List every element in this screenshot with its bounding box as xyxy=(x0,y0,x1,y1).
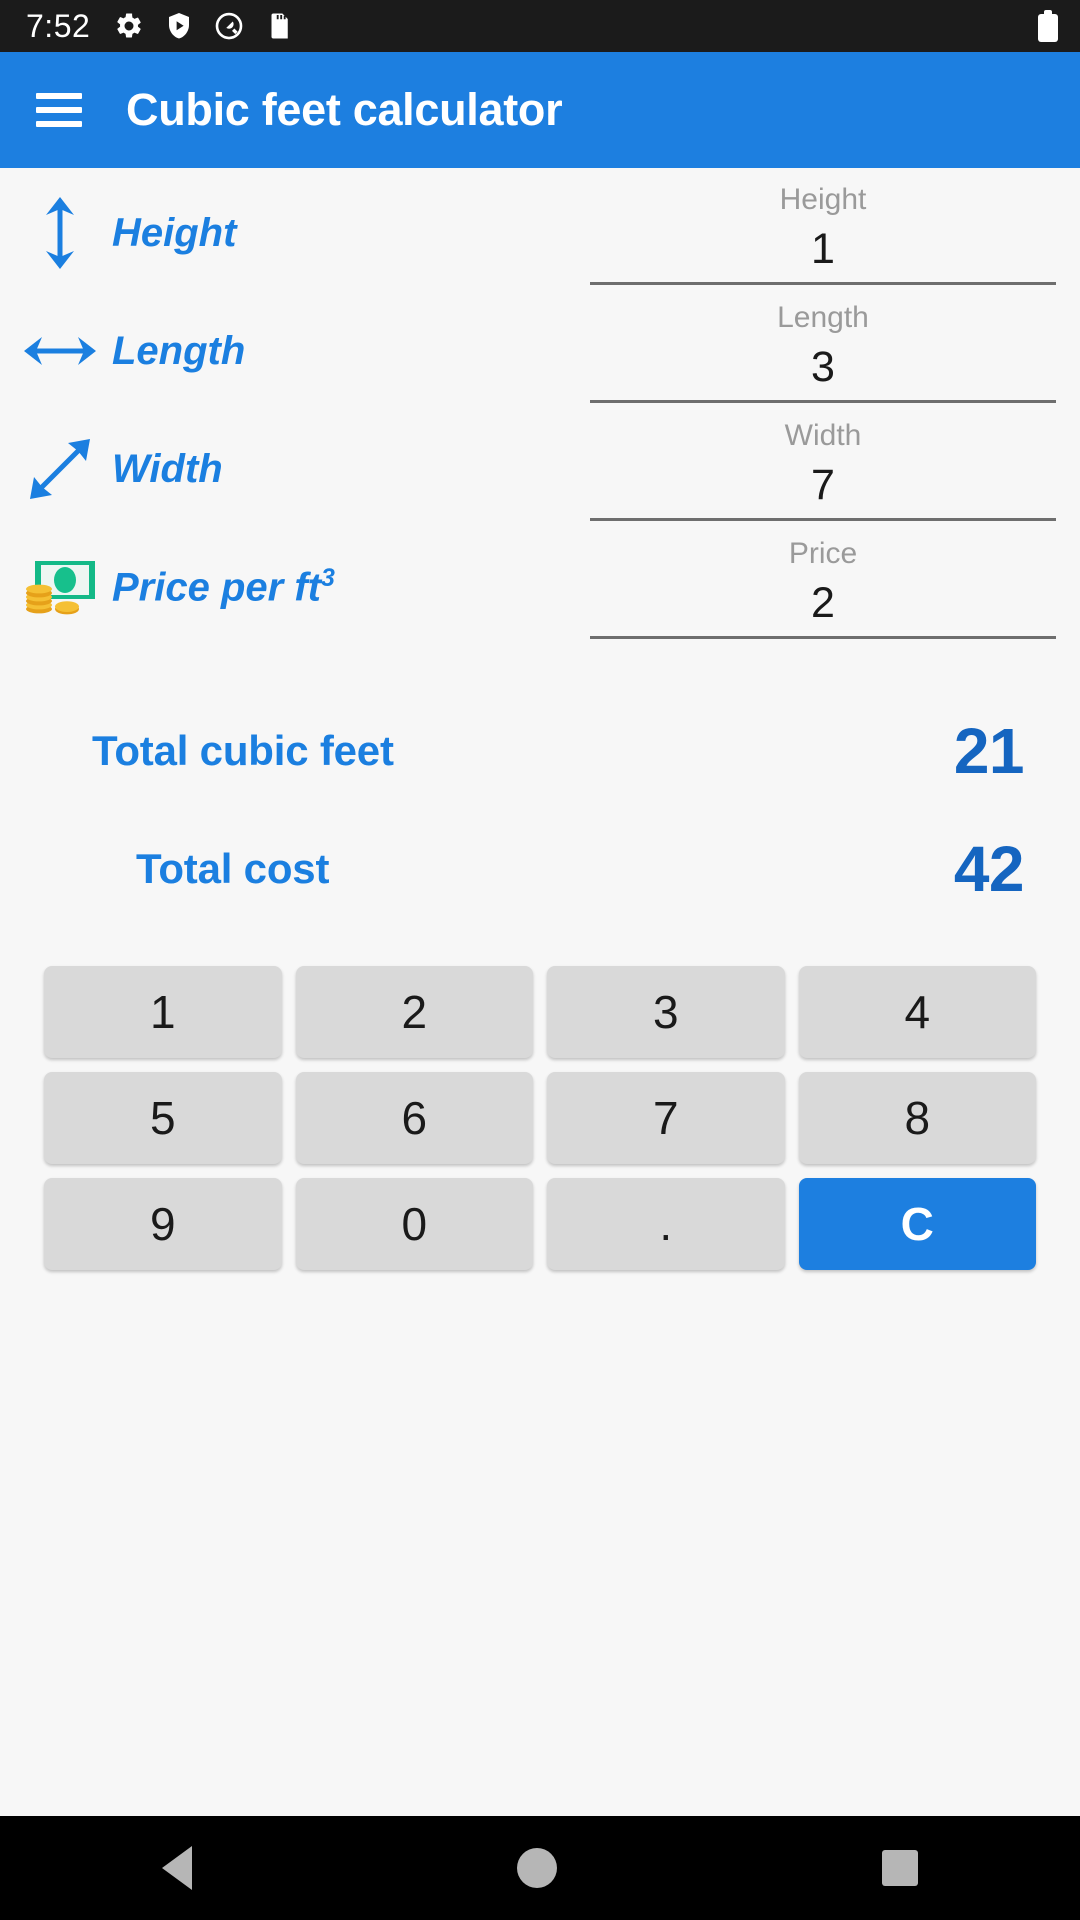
price-field[interactable]: Price 2 xyxy=(590,528,1056,639)
key-0[interactable]: 0 xyxy=(295,1178,533,1270)
input-row-width-right: Width 7 xyxy=(590,410,1080,521)
input-label-length: Length xyxy=(112,328,246,373)
status-bar-icon-group xyxy=(114,11,294,41)
keypad-row-1: 1 2 3 4 xyxy=(44,966,1036,1058)
key-7[interactable]: 7 xyxy=(547,1072,785,1164)
total-cubic-feet-row: Total cubic feet 21 xyxy=(0,692,1080,810)
input-row-length: Length Length 3 xyxy=(0,292,1080,410)
total-cost-label: Total cost xyxy=(136,845,330,892)
input-label-price-text: Price per ft xyxy=(112,565,321,610)
width-field[interactable]: Width 7 xyxy=(590,410,1056,521)
input-row-height-left: Height xyxy=(0,174,590,292)
total-cubic-feet-value: 21 xyxy=(953,715,1025,787)
length-field-underline xyxy=(590,400,1056,403)
height-field-value[interactable]: 1 xyxy=(590,220,1056,278)
back-triangle-icon[interactable] xyxy=(162,1846,193,1890)
height-field-label: Height xyxy=(779,183,867,216)
length-field-label: Length xyxy=(777,301,869,334)
key-1[interactable]: 1 xyxy=(44,966,282,1058)
input-row-width-left: Width xyxy=(0,410,590,528)
total-cost-value: 42 xyxy=(953,833,1025,905)
input-row-price-left: Price per ft3 xyxy=(0,528,590,646)
app-screen: 7:52 Cubic feet calculator Height Height… xyxy=(0,0,1080,1920)
sd-card-icon xyxy=(271,13,289,39)
input-label-price-exponent: 3 xyxy=(320,563,335,592)
input-label-width: Width xyxy=(112,446,223,491)
numeric-keypad: 1 2 3 4 5 6 7 8 9 0 . C xyxy=(0,966,1080,1270)
key-3[interactable]: 3 xyxy=(547,966,785,1058)
input-row-height: Height Height 1 xyxy=(0,174,1080,292)
key-2[interactable]: 2 xyxy=(295,966,533,1058)
quantum-circle-icon xyxy=(215,12,243,40)
horizontal-double-arrow-icon xyxy=(22,313,98,389)
recents-square-icon[interactable] xyxy=(881,1850,918,1886)
width-field-underline xyxy=(590,518,1056,521)
key-clear[interactable]: C xyxy=(798,1178,1036,1270)
app-bar: Cubic feet calculator xyxy=(0,52,1080,168)
hamburger-menu-icon[interactable] xyxy=(36,93,82,127)
price-field-label: Price xyxy=(788,537,858,570)
input-row-height-right: Height 1 xyxy=(590,174,1080,285)
android-navigation-bar xyxy=(0,1816,1080,1920)
price-field-value[interactable]: 2 xyxy=(590,574,1056,632)
key-9[interactable]: 9 xyxy=(44,1178,282,1270)
key-4[interactable]: 4 xyxy=(798,966,1036,1058)
money-banknote-coins-icon xyxy=(22,549,98,625)
length-field[interactable]: Length 3 xyxy=(590,292,1056,403)
length-field-value[interactable]: 3 xyxy=(590,338,1056,396)
total-cost-row: Total cost 42 xyxy=(0,810,1080,928)
key-6[interactable]: 6 xyxy=(295,1072,533,1164)
input-label-height: Height xyxy=(112,210,237,255)
keypad-row-2: 5 6 7 8 xyxy=(44,1072,1036,1164)
key-5[interactable]: 5 xyxy=(44,1072,282,1164)
input-row-price-right: Price 2 xyxy=(590,528,1080,639)
height-field[interactable]: Height 1 xyxy=(590,174,1056,285)
width-field-label: Width xyxy=(784,419,862,452)
status-bar-clock: 7:52 xyxy=(26,7,91,44)
main-content: Height Height 1 Length Length 3 Width Wi… xyxy=(0,168,1080,1816)
key-decimal-point[interactable]: . xyxy=(547,1178,785,1270)
width-field-value[interactable]: 7 xyxy=(590,456,1056,514)
battery-full-icon xyxy=(1038,10,1058,42)
total-cubic-feet-label: Total cubic feet xyxy=(92,727,394,774)
input-row-length-left: Length xyxy=(0,292,590,410)
height-field-underline xyxy=(590,282,1056,285)
input-row-width: Width Width 7 xyxy=(0,410,1080,528)
vertical-double-arrow-icon xyxy=(22,195,98,271)
home-circle-icon[interactable] xyxy=(516,1848,557,1888)
shield-play-icon xyxy=(169,13,190,39)
key-8[interactable]: 8 xyxy=(798,1072,1036,1164)
input-row-price: Price per ft3 Price 2 xyxy=(0,528,1080,646)
input-rows: Height Height 1 Length Length 3 Width Wi… xyxy=(0,168,1080,646)
diagonal-double-arrow-icon xyxy=(22,431,98,507)
totals-section: Total cubic feet 21 Total cost 42 xyxy=(0,692,1080,928)
price-field-underline xyxy=(590,636,1056,639)
input-row-length-right: Length 3 xyxy=(590,292,1080,403)
page-title: Cubic feet calculator xyxy=(126,84,563,135)
gear-icon xyxy=(117,13,141,38)
keypad-row-3: 9 0 . C xyxy=(44,1178,1036,1270)
input-label-price: Price per ft3 xyxy=(112,564,335,610)
status-bar: 7:52 xyxy=(0,0,1080,52)
